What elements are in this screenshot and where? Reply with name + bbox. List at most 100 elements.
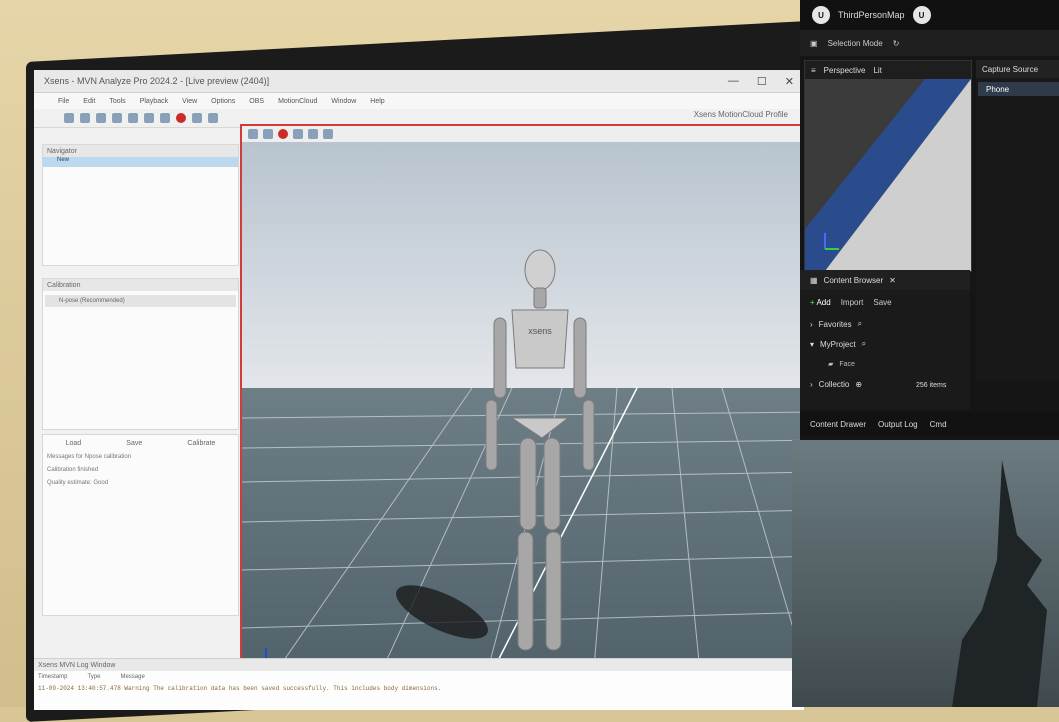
mannequin-left-upper-arm — [493, 317, 507, 399]
viewport-filter-icon[interactable] — [308, 129, 318, 139]
unreal-logo-icon-2: U — [912, 6, 931, 24]
artwork-figure — [952, 460, 1047, 707]
unreal-toolbar: ▣ Selection Mode ↻ — [800, 30, 1059, 56]
mannequin-left-shin — [517, 531, 534, 651]
favorites-label: Favorites — [818, 319, 852, 329]
capture-source-panel: Capture Source Phone — [976, 60, 1059, 380]
toolbar-calibrate-icon[interactable] — [208, 113, 218, 123]
save-all-button[interactable]: Save — [873, 298, 891, 307]
favorites-row[interactable]: › Favorites ⌕ — [800, 314, 970, 334]
search-icon-2[interactable]: ⌕ — [862, 339, 866, 349]
left-dock: Navigator New Calibration N-pose (Recomm… — [34, 128, 239, 648]
viewport-scene[interactable]: xsens — [242, 142, 804, 692]
calibration-npose-item[interactable]: N-pose (Recommended) — [45, 295, 236, 307]
calibrate-button[interactable]: Calibrate — [187, 440, 215, 447]
myproject-row[interactable]: ▾ MyProject ⌕ — [800, 334, 970, 354]
menu-edit[interactable]: Edit — [83, 98, 95, 105]
log-col-type: Type — [87, 674, 101, 680]
log-columns: Timestamp Type Message — [34, 671, 804, 683]
mannequin-left-thigh — [519, 437, 537, 531]
calibration-message-2: Quality estimate: Good — [47, 480, 109, 486]
xsens-window: Xsens - MVN Analyze Pro 2024.2 - [Live p… — [34, 70, 804, 710]
menu-motioncloud[interactable]: MotionCloud — [278, 98, 317, 105]
toolbar-step-icon[interactable] — [160, 113, 170, 123]
viewport-marker-icon[interactable] — [278, 129, 288, 139]
face-folder-label: Face — [839, 360, 855, 368]
mannequin-chest-text: xsens — [528, 326, 552, 336]
add-button[interactable]: + Add — [810, 298, 831, 307]
menu-window[interactable]: Window — [331, 98, 356, 105]
calibration-message-1: Calibration finished — [47, 467, 99, 473]
content-browser-label: Content Browser — [823, 275, 884, 285]
unreal-map-name[interactable]: ThirdPersonMap — [838, 10, 905, 20]
capture-source-title: Capture Source — [976, 60, 1059, 78]
content-browser-actions: + Add Import Save — [800, 290, 970, 314]
unreal-viewport[interactable]: ≡ Perspective Lit — [804, 60, 972, 272]
mannequin-right-thigh — [543, 437, 561, 531]
menu-options[interactable]: Options — [211, 98, 235, 105]
menu-tools[interactable]: Tools — [109, 98, 125, 105]
toolbar-undo-icon[interactable] — [112, 113, 122, 123]
log-window-title: Xsens MVN Log Window — [34, 659, 804, 671]
add-collection-icon[interactable]: ⊕ — [855, 380, 862, 389]
toolbar-open-icon[interactable] — [80, 113, 90, 123]
save-icon[interactable]: ▣ — [810, 39, 818, 48]
menu-view[interactable]: View — [182, 98, 197, 105]
xsens-titlebar: Xsens - MVN Analyze Pro 2024.2 - [Live p… — [34, 70, 804, 93]
load-button[interactable]: Load — [66, 440, 82, 447]
menu-playback[interactable]: Playback — [140, 98, 168, 105]
window-controls: — ☐ ✕ — [728, 75, 794, 88]
log-window: Xsens MVN Log Window Timestamp Type Mess… — [34, 658, 804, 710]
viewport-axis-icon[interactable] — [293, 129, 303, 139]
close-icon[interactable]: ✕ — [785, 75, 794, 88]
menu-obs[interactable]: OBS — [249, 98, 264, 105]
selection-mode[interactable]: Selection Mode — [828, 39, 883, 48]
viewport-lit[interactable]: Lit — [873, 66, 881, 75]
log-col-message: Message — [120, 674, 145, 680]
toolbar-record-icon[interactable] — [176, 113, 186, 123]
viewport-toolbar — [242, 126, 804, 142]
minimize-icon[interactable]: — — [728, 75, 739, 88]
refresh-icon[interactable]: ↻ — [893, 39, 900, 48]
navigator-item-new[interactable]: New — [43, 157, 238, 167]
viewport-perspective[interactable]: Perspective — [824, 66, 866, 75]
mannequin-right-shin — [545, 531, 562, 651]
toolbar-save-icon[interactable] — [96, 113, 106, 123]
toolbar-new-icon[interactable] — [64, 113, 74, 123]
xsens-3d-viewport[interactable]: xsens — [240, 124, 804, 694]
motioncloud-profile[interactable]: Xsens MotionCloud Profile — [694, 110, 788, 119]
cmd-button[interactable]: Cmd — [930, 420, 947, 429]
capture-source-phone[interactable]: Phone — [978, 82, 1059, 96]
viewport-view-icon[interactable] — [323, 129, 333, 139]
content-browser-close-icon[interactable]: ✕ — [889, 276, 896, 285]
calibration-panel: Calibration N-pose (Recommended) — [42, 278, 239, 430]
mannequin-neck — [533, 287, 547, 309]
content-browser-tab[interactable]: ▦ Content Browser ✕ — [800, 270, 970, 290]
maximize-icon[interactable]: ☐ — [757, 75, 767, 88]
menu-help[interactable]: Help — [370, 98, 384, 105]
navigator-panel: Navigator New — [42, 144, 239, 266]
navigator-title: Navigator — [43, 145, 238, 157]
viewport-grid-icon[interactable] — [248, 129, 258, 139]
content-drawer-button[interactable]: Content Drawer — [810, 420, 866, 429]
mannequin-left-forearm — [485, 399, 498, 471]
toolbar-play-icon[interactable] — [144, 113, 154, 123]
unreal-viewport-bar: ≡ Perspective Lit — [805, 61, 971, 79]
chevron-right-icon: › — [810, 319, 813, 329]
face-folder-row[interactable]: ▰ Face — [800, 354, 970, 374]
toolbar-redo-icon[interactable] — [128, 113, 138, 123]
search-icon[interactable]: ⌕ — [858, 319, 862, 329]
items-count: 256 items — [916, 382, 947, 389]
viewport-camera-icon[interactable] — [263, 129, 273, 139]
save-button[interactable]: Save — [126, 440, 142, 447]
toolbar-marker-icon[interactable] — [192, 113, 202, 123]
artwork-silhouette — [952, 460, 1047, 707]
output-log-button[interactable]: Output Log — [878, 420, 918, 429]
content-browser: ▦ Content Browser ✕ + Add Import Save › … — [800, 270, 970, 410]
mannequin-right-upper-arm — [573, 317, 587, 399]
import-button[interactable]: Import — [841, 298, 864, 307]
unreal-bottom-bar: Content Drawer Output Log Cmd — [800, 412, 1059, 436]
menu-file[interactable]: File — [58, 98, 69, 105]
calibration-actions-panel: Load Save Calibrate Messages for Npose c… — [42, 434, 239, 616]
menu-icon[interactable]: ≡ — [811, 66, 816, 75]
